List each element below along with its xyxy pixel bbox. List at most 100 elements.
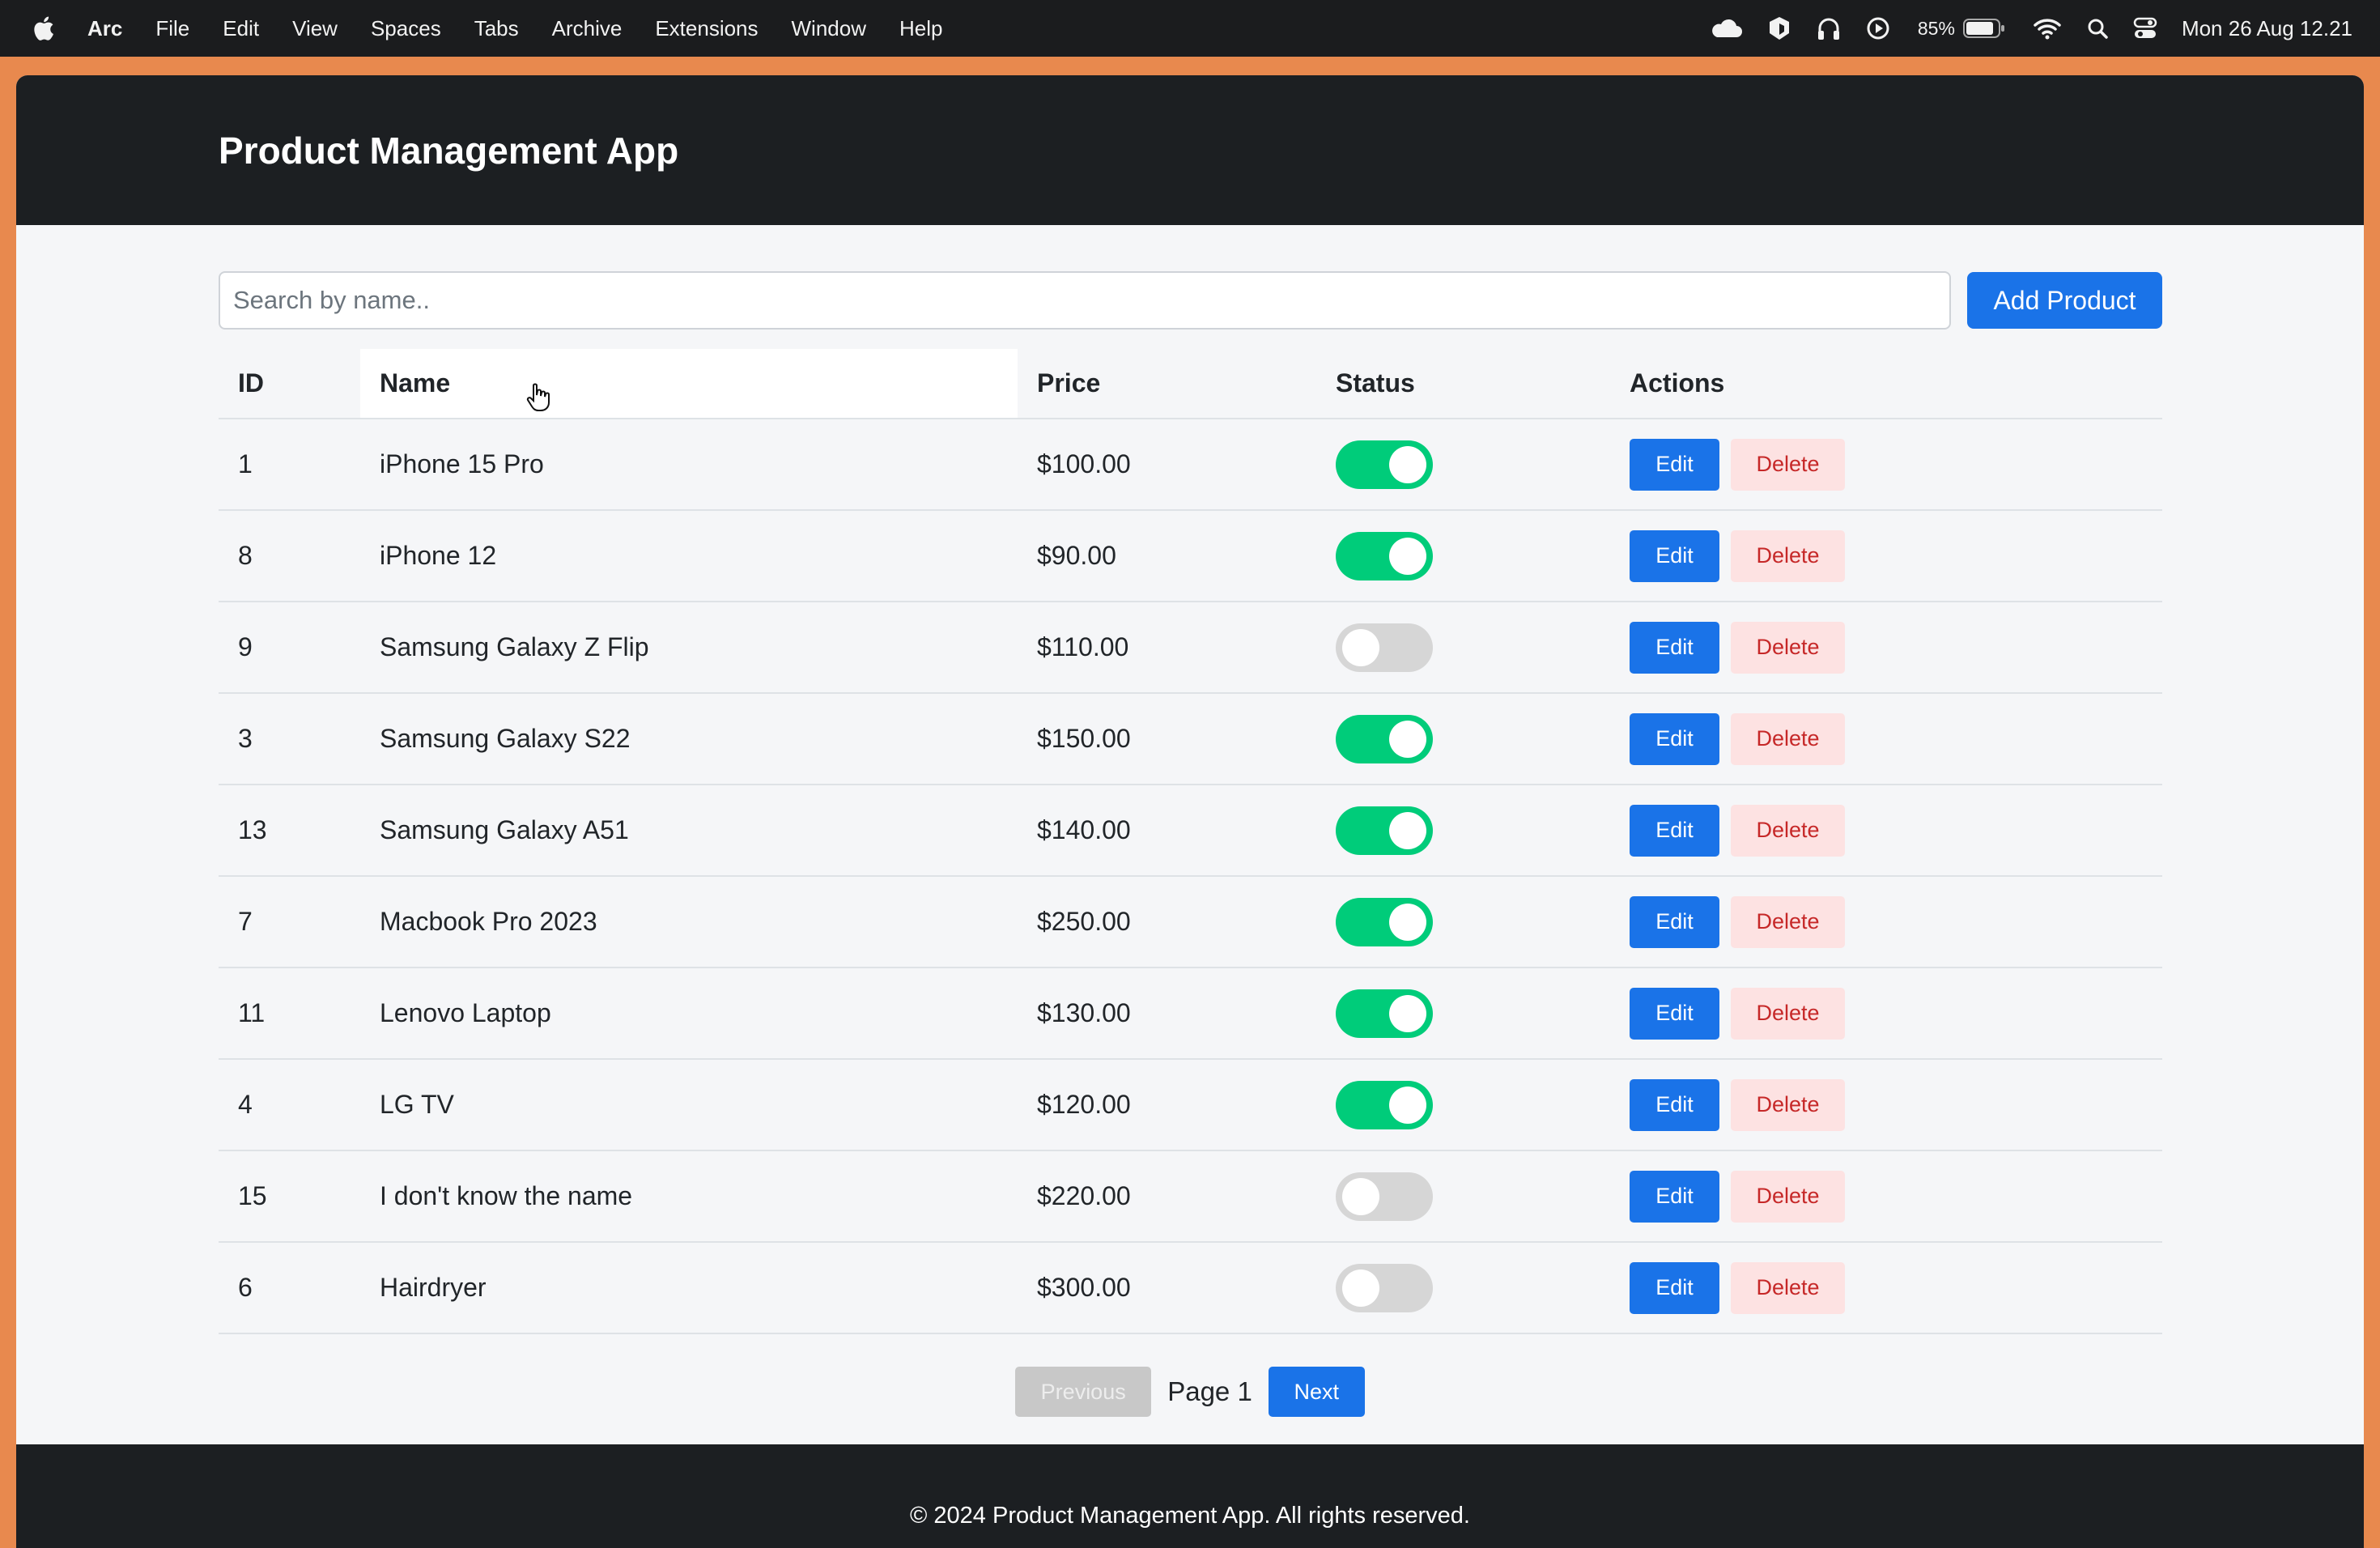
status-toggle[interactable]: [1336, 897, 1433, 946]
cell-actions: Edit Delete: [1610, 876, 2162, 968]
status-toggle[interactable]: [1336, 531, 1433, 580]
play-circle-icon[interactable]: [1866, 16, 1890, 40]
toggle-knob: [1389, 537, 1426, 575]
toggle-knob: [1389, 720, 1426, 758]
menu-view[interactable]: View: [292, 16, 338, 41]
delete-button[interactable]: Delete: [1731, 895, 1845, 948]
toggle-knob: [1342, 628, 1379, 666]
battery-icon[interactable]: [1962, 18, 2005, 39]
cell-price: $120.00: [1018, 1059, 1316, 1151]
cell-price: $100.00: [1018, 419, 1316, 511]
search-icon[interactable]: [2086, 17, 2109, 40]
delete-button[interactable]: Delete: [1731, 529, 1845, 582]
menu-window[interactable]: Window: [792, 16, 866, 41]
edit-button[interactable]: Edit: [1630, 712, 1719, 765]
cell-id: 15: [219, 1150, 360, 1243]
table-row: 4 LG TV $120.00 Edit Delete: [219, 1059, 2162, 1151]
toggle-knob: [1389, 903, 1426, 941]
cell-status: [1316, 968, 1610, 1060]
cell-actions: Edit Delete: [1610, 785, 2162, 877]
cube-icon[interactable]: [1767, 15, 1791, 41]
edit-button[interactable]: Edit: [1630, 438, 1719, 491]
wifi-icon[interactable]: [2033, 17, 2062, 40]
table-row: 13 Samsung Galaxy A51 $140.00 Edit Delete: [219, 785, 2162, 877]
header-name[interactable]: Name: [360, 349, 1018, 419]
menu-edit[interactable]: Edit: [223, 16, 259, 41]
app-header: Product Management App: [16, 75, 2364, 225]
edit-button[interactable]: Edit: [1630, 804, 1719, 857]
search-row: Add Product: [219, 271, 2162, 330]
delete-button[interactable]: Delete: [1731, 1078, 1845, 1131]
app-footer: © 2024 Product Management App. All right…: [16, 1444, 2364, 1548]
headphones-icon[interactable]: [1816, 15, 1842, 41]
table-row: 11 Lenovo Laptop $130.00 Edit Delete: [219, 968, 2162, 1060]
delete-button[interactable]: Delete: [1731, 1170, 1845, 1223]
edit-button[interactable]: Edit: [1630, 895, 1719, 948]
delete-button[interactable]: Delete: [1731, 804, 1845, 857]
cell-actions: Edit Delete: [1610, 1059, 2162, 1151]
cell-status: [1316, 1150, 1610, 1243]
cell-status: [1316, 1059, 1610, 1151]
control-center-icon[interactable]: [2133, 17, 2157, 40]
delete-button[interactable]: Delete: [1731, 987, 1845, 1040]
cell-id: 7: [219, 876, 360, 968]
menu-clock[interactable]: Mon 26 Aug 12.21: [2182, 16, 2352, 41]
cell-id: 9: [219, 602, 360, 694]
delete-button[interactable]: Delete: [1731, 1261, 1845, 1314]
cloud-icon[interactable]: [1709, 18, 1743, 39]
delete-button[interactable]: Delete: [1731, 438, 1845, 491]
delete-button[interactable]: Delete: [1731, 712, 1845, 765]
next-button[interactable]: Next: [1268, 1367, 1365, 1417]
status-toggle[interactable]: [1336, 989, 1433, 1038]
status-toggle[interactable]: [1336, 1263, 1433, 1312]
edit-button[interactable]: Edit: [1630, 987, 1719, 1040]
cell-name: Samsung Galaxy S22: [360, 693, 1018, 785]
cell-status: [1316, 785, 1610, 877]
edit-button[interactable]: Edit: [1630, 1078, 1719, 1131]
status-toggle[interactable]: [1336, 623, 1433, 672]
menu-extensions[interactable]: Extensions: [655, 16, 758, 41]
edit-button[interactable]: Edit: [1630, 1261, 1719, 1314]
main-content: Add Product ID Name Price Status Actions…: [16, 225, 2364, 1444]
header-price[interactable]: Price: [1018, 349, 1316, 419]
toggle-knob: [1389, 994, 1426, 1032]
cell-actions: Edit Delete: [1610, 1150, 2162, 1243]
table-row: 7 Macbook Pro 2023 $250.00 Edit Delete: [219, 876, 2162, 968]
menu-app-name[interactable]: Arc: [87, 16, 122, 41]
add-product-button[interactable]: Add Product: [1967, 272, 2162, 329]
menu-archive[interactable]: Archive: [552, 16, 623, 41]
cell-id: 3: [219, 693, 360, 785]
menu-tabs[interactable]: Tabs: [474, 16, 519, 41]
toggle-knob: [1342, 1177, 1379, 1215]
header-id[interactable]: ID: [219, 349, 360, 419]
cell-actions: Edit Delete: [1610, 1242, 2162, 1334]
status-toggle[interactable]: [1336, 1172, 1433, 1221]
menu-help[interactable]: Help: [899, 16, 942, 41]
apple-logo-icon[interactable]: [31, 15, 55, 42]
status-toggle[interactable]: [1336, 1080, 1433, 1129]
cell-price: $150.00: [1018, 693, 1316, 785]
cell-actions: Edit Delete: [1610, 693, 2162, 785]
previous-button[interactable]: Previous: [1015, 1367, 1152, 1417]
status-toggle[interactable]: [1336, 806, 1433, 855]
edit-button[interactable]: Edit: [1630, 621, 1719, 674]
delete-button[interactable]: Delete: [1731, 621, 1845, 674]
search-input[interactable]: [219, 271, 1951, 330]
menu-bar-right: 85% Mon 26 Aug 12.21: [1685, 15, 2380, 41]
edit-button[interactable]: Edit: [1630, 1170, 1719, 1223]
cell-name: iPhone 15 Pro: [360, 419, 1018, 511]
cell-id: 8: [219, 510, 360, 602]
table-body: 1 iPhone 15 Pro $100.00 Edit Delete 8 iPhone 1…: [219, 419, 2162, 1334]
header-status[interactable]: Status: [1316, 349, 1610, 419]
status-toggle[interactable]: [1336, 714, 1433, 763]
table-row: 6 Hairdryer $300.00 Edit Delete: [219, 1242, 2162, 1334]
status-toggle[interactable]: [1336, 440, 1433, 489]
browser-window: Product Management App Add Product ID Na…: [16, 75, 2364, 1548]
menu-spaces[interactable]: Spaces: [371, 16, 441, 41]
cell-name: Samsung Galaxy Z Flip: [360, 602, 1018, 694]
menu-file[interactable]: File: [155, 16, 189, 41]
cell-id: 11: [219, 968, 360, 1060]
cell-id: 6: [219, 1242, 360, 1334]
cell-actions: Edit Delete: [1610, 968, 2162, 1060]
edit-button[interactable]: Edit: [1630, 529, 1719, 582]
